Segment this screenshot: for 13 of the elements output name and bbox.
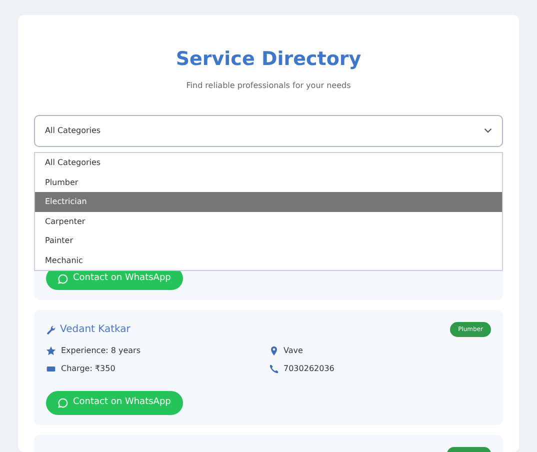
charge-text: Charge: ₹350 [61, 363, 116, 376]
provider-name: Vedant Katkar [60, 323, 130, 338]
dropdown-option[interactable]: Painter [35, 231, 502, 250]
dropdown-option[interactable]: Electrician [35, 192, 502, 212]
experience-text: Experience: 8 years [61, 345, 140, 358]
dropdown-option[interactable]: Plumber [35, 172, 502, 192]
phone-number: 7030262036 [284, 363, 334, 376]
category-select[interactable]: All Categories [34, 114, 503, 147]
page-title: Service Directory [174, 47, 362, 71]
dropdown-option[interactable]: Carpenter [35, 212, 502, 231]
location-text: Vave [284, 345, 303, 358]
page-subtitle: Find reliable professionals for your needs [185, 80, 352, 92]
dropdown-option[interactable]: All Categories [35, 153, 502, 172]
